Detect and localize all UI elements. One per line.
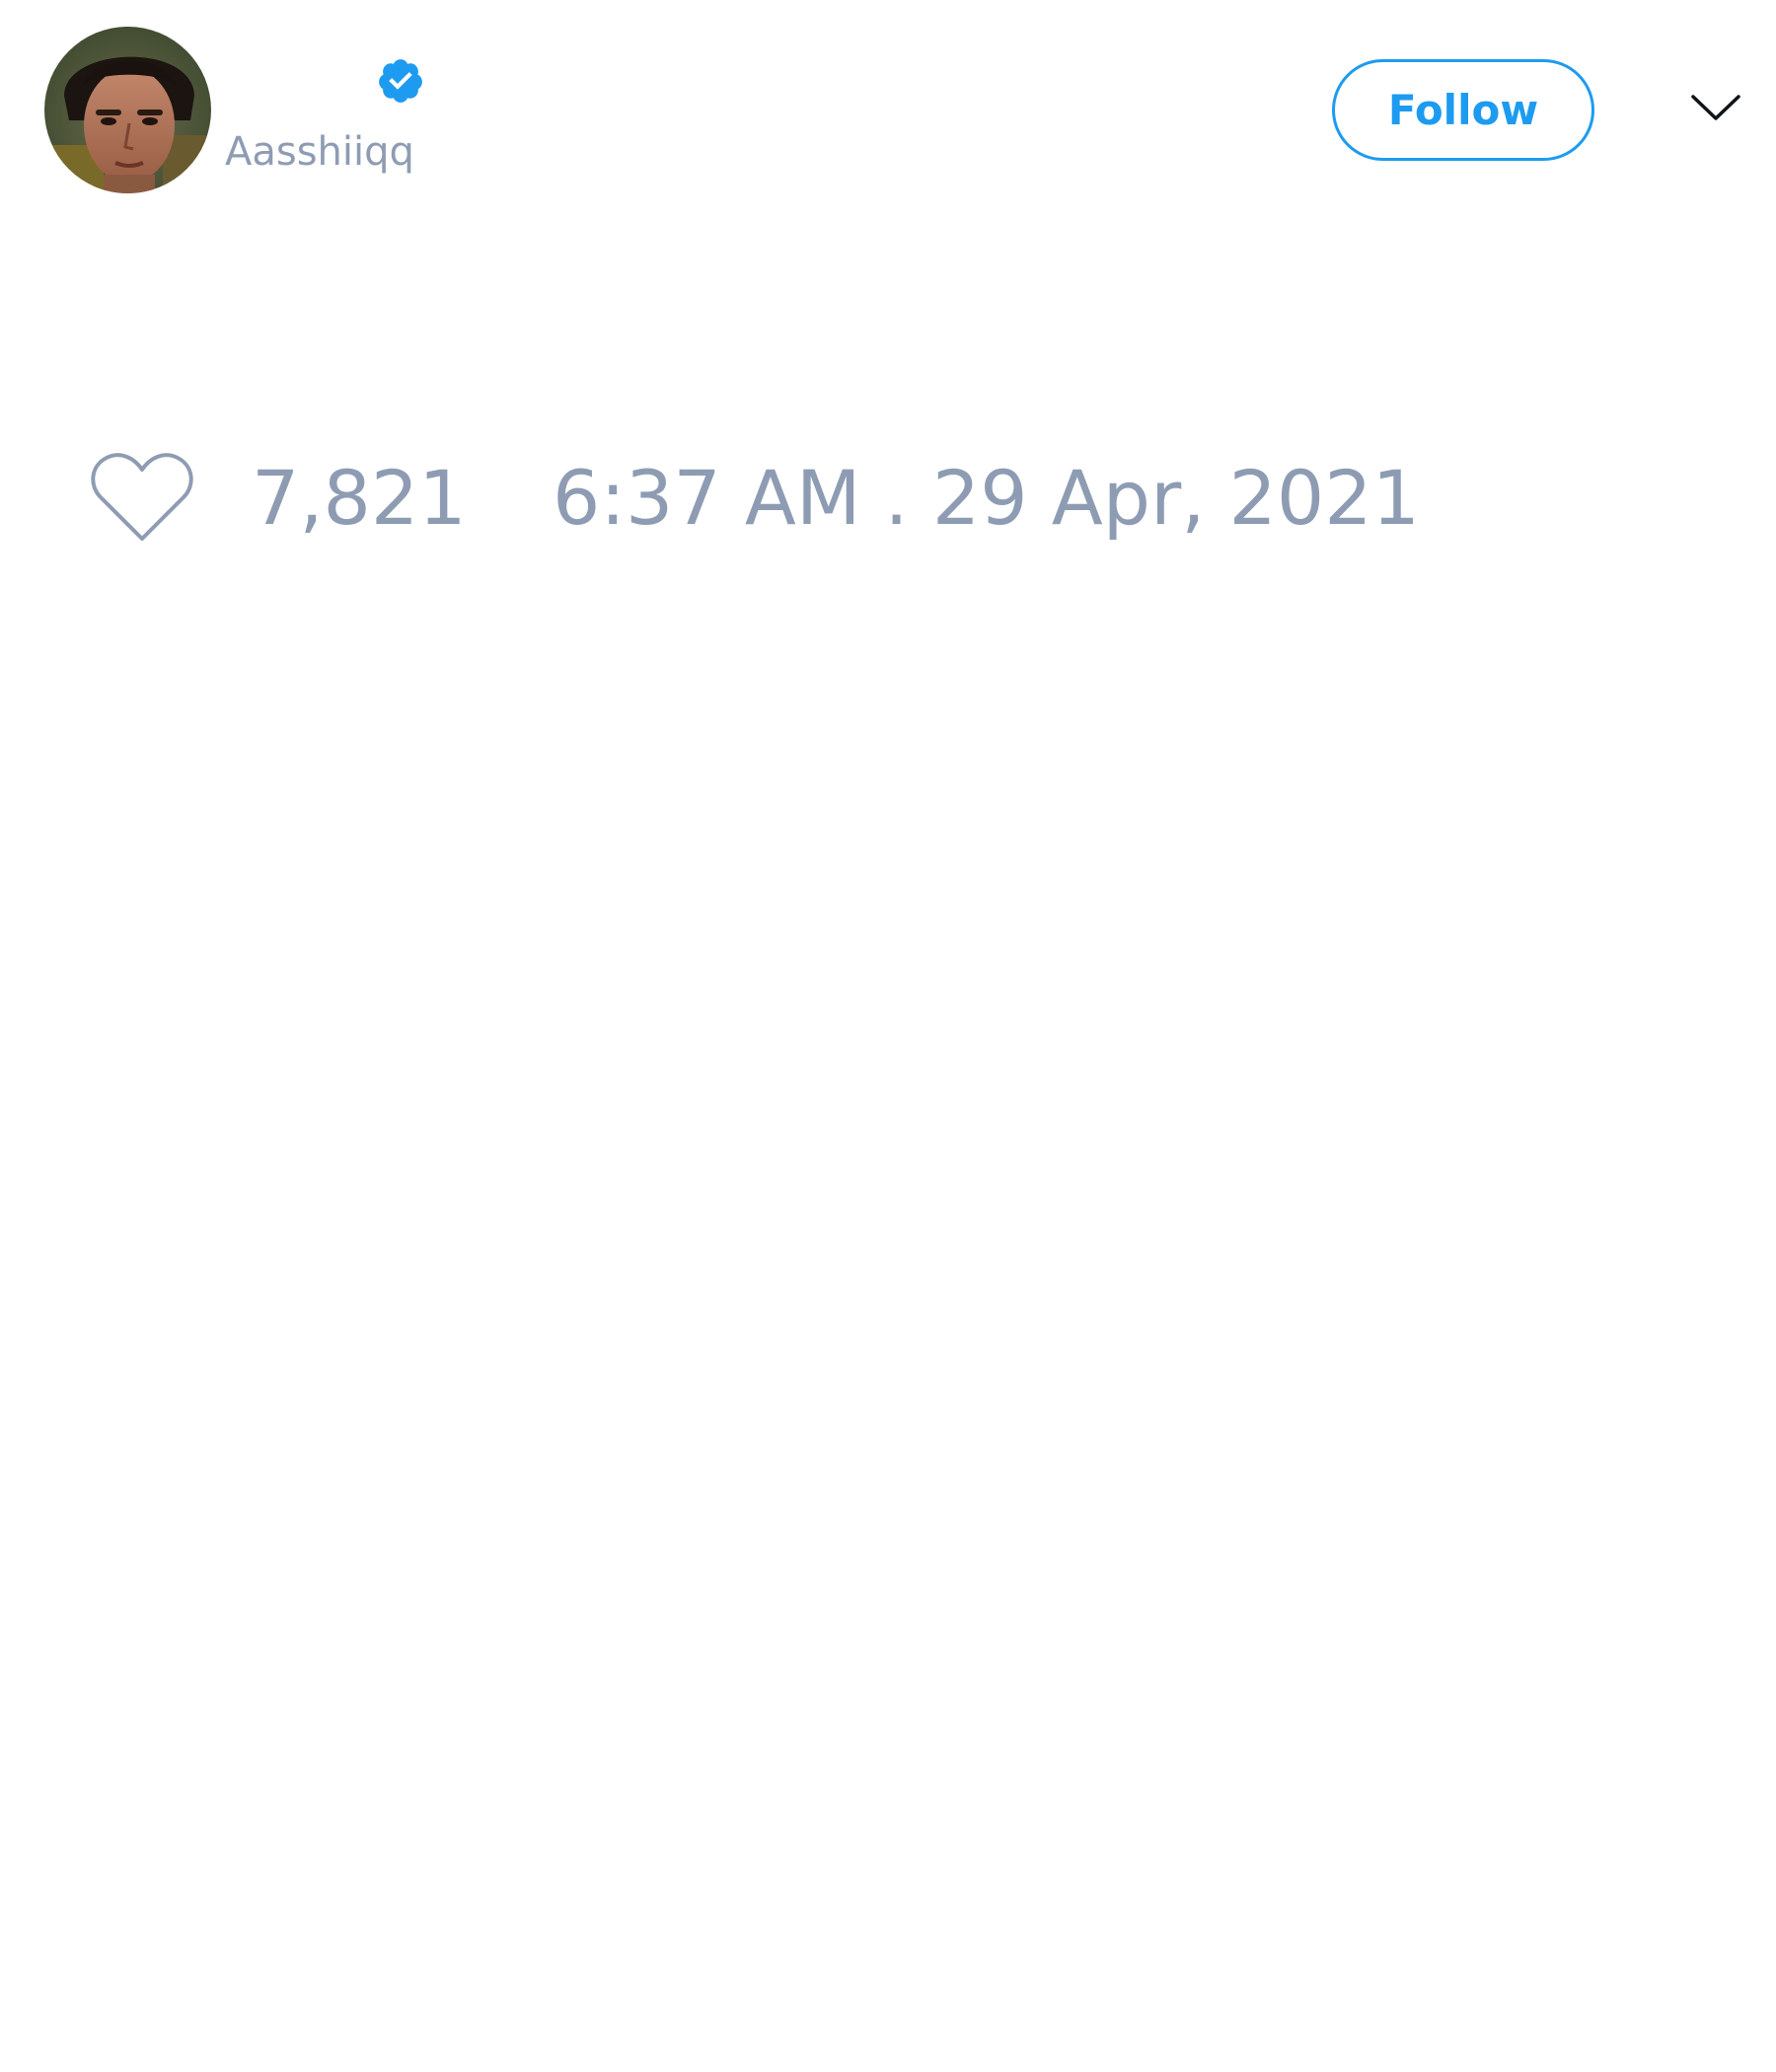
like-button[interactable] <box>89 448 195 547</box>
chevron-down-icon <box>1691 95 1740 120</box>
follow-button[interactable]: Follow <box>1332 59 1594 161</box>
more-options-button[interactable] <box>1689 89 1742 128</box>
author-handle[interactable]: Aasshiiqq <box>225 126 414 178</box>
tweet-card: Aasshiiqq Follow 7,821 6:37 AM . 29 Apr,… <box>0 0 1776 2072</box>
tweet-footer: 7,821 6:37 AM . 29 Apr, 2021 <box>0 434 1776 562</box>
heart-icon <box>91 453 193 541</box>
verified-badge-icon <box>379 59 422 103</box>
like-count: 7,821 <box>252 454 467 542</box>
timestamp[interactable]: 6:37 AM . 29 Apr, 2021 <box>553 454 1420 543</box>
avatar-image <box>44 27 211 193</box>
avatar[interactable] <box>44 27 211 193</box>
